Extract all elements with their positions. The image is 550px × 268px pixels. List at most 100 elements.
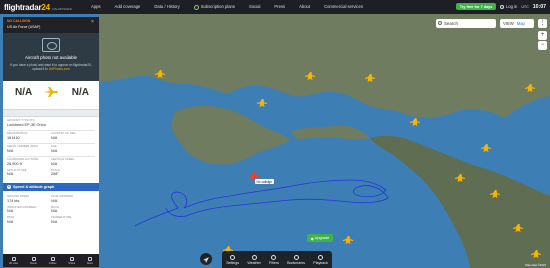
jetphotos-link[interactable]: JetPhotos.com: [49, 67, 70, 71]
registration-value[interactable]: 161410: [7, 136, 51, 140]
age-value: N/A: [51, 148, 58, 153]
ground-speed-cell: GROUND SPEED 174 kts: [7, 195, 51, 203]
route-display: N/A N/A: [3, 81, 99, 109]
playback-label: Playback: [313, 260, 328, 265]
land-crimea: [171, 105, 290, 165]
weather-label: Weather: [247, 260, 261, 265]
map-settings-button[interactable]: ⋮: [538, 19, 547, 28]
aircraft-icon[interactable]: [481, 144, 491, 152]
playback-icon: [318, 254, 324, 260]
registration-cell: REGISTRATION 161410: [7, 132, 51, 140]
divider: [7, 142, 95, 143]
ground-speed-value: 174 kts: [7, 198, 20, 203]
location-arrow-button[interactable]: [200, 253, 212, 265]
zoom-in-button[interactable]: +: [538, 31, 547, 40]
nav-data-history[interactable]: Data / History: [147, 4, 186, 9]
airline-name: US Air Force (USAF): [7, 25, 41, 29]
flight-info: AIRCRAFT TYPE (P3) Lockheed EP-3E Orion …: [3, 117, 99, 181]
info-row: AIRCRAFT TYPE (P3) Lockheed EP-3E Orion: [7, 119, 95, 127]
serial-cell: SERIAL NUMBER (MSN) N/A: [7, 145, 51, 153]
aircraft-photo-placeholder: Aircraft photo not available If you have…: [3, 33, 99, 81]
more-button[interactable]: More: [87, 256, 93, 265]
aircraft-type-cell: AIRCRAFT TYPE (P3) Lockheed EP-3E Orion: [7, 119, 95, 127]
aircraft-label[interactable]: No callsign: [255, 179, 274, 184]
upgrade-button[interactable]: ◆ Upgrade: [307, 234, 333, 242]
callsign: NO CALLSIGN: [7, 19, 31, 23]
utc-label: UTC: [521, 4, 529, 9]
upgrade-label: Upgrade: [314, 236, 330, 240]
share-button[interactable]: Share: [68, 256, 75, 265]
utc-clock: 10:07: [532, 3, 546, 10]
bookmarks-button[interactable]: Bookmarks: [287, 254, 306, 265]
nav-subscription-plans[interactable]: Subscription plans: [187, 4, 242, 10]
search-input[interactable]: Search: [436, 19, 496, 28]
share-icon: [69, 256, 74, 261]
info-row: GROUND SPEED 174 kts TRUE AIRSPEED N/A: [7, 195, 95, 203]
destination-airport: N/A: [71, 87, 89, 98]
free-trial-button[interactable]: Try free for 7 days: [455, 3, 497, 10]
aircraft-icon[interactable]: [257, 99, 267, 107]
filters-label: Filters: [269, 260, 279, 265]
speed-altitude-graph-toggle[interactable]: + Speed & altitude graph: [3, 183, 99, 191]
route-icon: [31, 256, 36, 261]
vertical-speed-cell: VERTICAL SPEED N/A: [51, 158, 95, 166]
user-icon: [500, 4, 505, 9]
bottom-toolbar: Settings Weather Filters Bookmarks Playb…: [222, 251, 332, 268]
divider: [7, 155, 95, 156]
track-value: 258°: [51, 172, 59, 176]
graph-label: Speed & altitude graph: [13, 185, 55, 189]
flightradar-logo[interactable]: flightradar24 LIVE AIR TRAFFIC: [4, 3, 78, 12]
follow-button[interactable]: Follow: [49, 256, 56, 265]
nav-social[interactable]: Social: [242, 4, 267, 9]
close-icon[interactable]: ×: [91, 20, 96, 25]
panel-footer: 3D view Route Follow Share More: [3, 254, 99, 267]
track-cell: TRACK 258°: [51, 169, 95, 177]
logo-text: flightradar24: [4, 2, 50, 12]
indicated-airspeed-value: N/A: [7, 209, 14, 213]
view-selector[interactable]: VIEW Map: [500, 19, 534, 28]
expand-icon: +: [7, 185, 11, 189]
gps-altitude-cell: GPS ALTITUDE N/A: [7, 169, 51, 177]
nav-press[interactable]: Press: [267, 4, 292, 9]
3d-view-label: 3D view: [8, 261, 19, 265]
location-arrow-icon: [203, 257, 209, 263]
settings-button[interactable]: Settings: [226, 254, 239, 265]
view-map-label: Map: [516, 21, 525, 26]
indicated-airspeed-cell: INDICATED AIRSPEED N/A: [7, 206, 51, 214]
age-cell: AGE N/A: [51, 145, 95, 153]
country-value: N/A: [51, 135, 58, 140]
route-label: Route: [30, 261, 37, 265]
photo-upload-text: If you have a photo and want it to appea…: [7, 63, 95, 72]
3d-view-button[interactable]: 3D view: [8, 256, 19, 265]
search-icon: [438, 21, 442, 25]
playback-button[interactable]: Playback: [313, 254, 328, 265]
aircraft-icon[interactable]: [410, 118, 420, 126]
true-airspeed-value: N/A: [51, 198, 58, 203]
search-placeholder: Search: [444, 21, 458, 26]
aircraft-type-value[interactable]: Lockheed EP-3E Orion: [7, 123, 95, 127]
filters-button[interactable]: Filters: [269, 254, 279, 265]
wind-cell: WIND N/A: [7, 216, 51, 224]
nav-about[interactable]: About: [292, 4, 317, 9]
weather-button[interactable]: Weather: [247, 254, 261, 265]
aircraft-icon[interactable]: [343, 236, 353, 244]
nav-add-coverage[interactable]: Add coverage: [108, 4, 148, 9]
info-row: INDICATED AIRSPEED N/A MACH N/A: [7, 206, 95, 214]
progress-bar: [3, 109, 99, 117]
login-button[interactable]: Log in: [500, 4, 517, 9]
bookmark-icon: [293, 254, 299, 260]
land-caucasus: [370, 135, 550, 268]
zoom-out-button[interactable]: −: [538, 41, 547, 50]
route-button[interactable]: Route: [30, 256, 37, 265]
view-label: VIEW: [503, 21, 514, 26]
temperature-value: N/A: [51, 219, 58, 224]
logo-subtitle: LIVE AIR TRAFFIC: [51, 7, 73, 11]
nav-commercial-services[interactable]: Commercial services: [317, 4, 370, 9]
subscription-icon: [193, 4, 199, 10]
more-label: More: [87, 261, 93, 265]
country-cell: COUNTRY OF REG. N/A: [51, 132, 95, 140]
bookmarks-label: Bookmarks: [287, 260, 306, 265]
flight-track: [134, 179, 389, 227]
cube-icon: [11, 256, 16, 261]
nav-apps[interactable]: Apps: [84, 4, 108, 9]
